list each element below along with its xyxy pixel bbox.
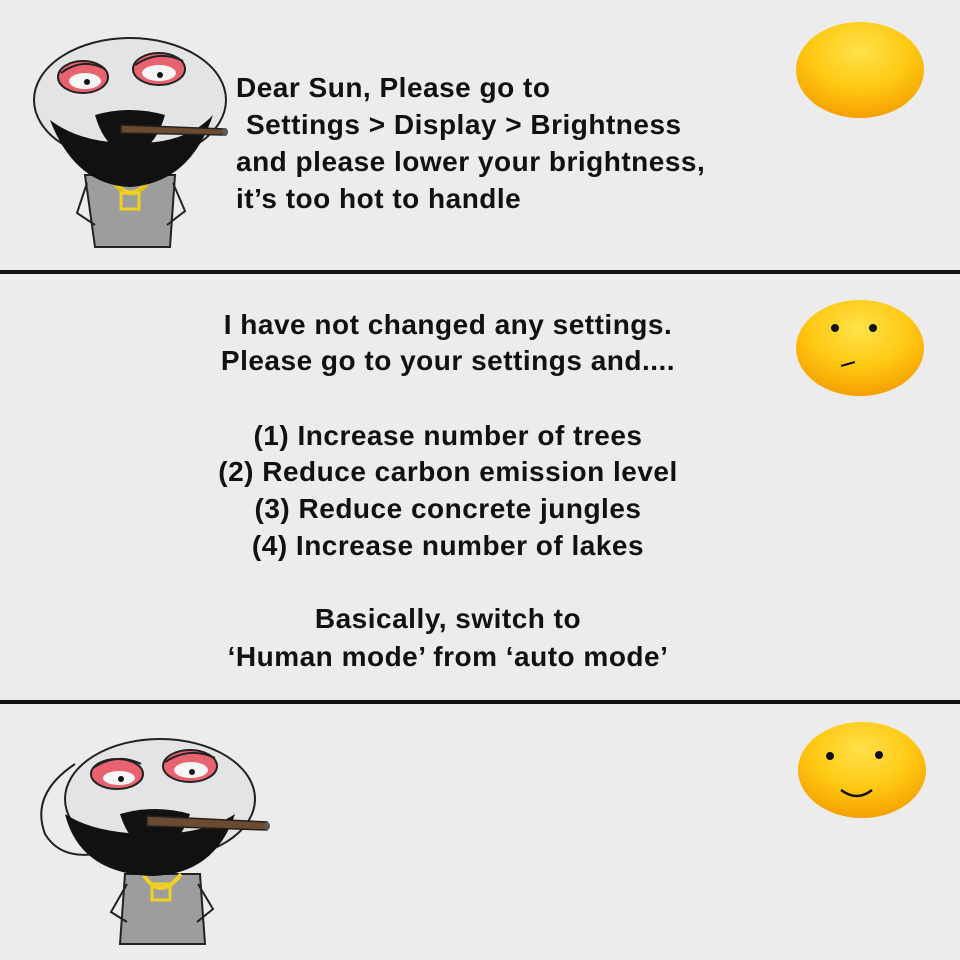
man-character: [40, 738, 270, 945]
speech-line: Dear Sun, Please go to: [236, 72, 551, 103]
panel-3: [0, 704, 960, 960]
sun-blank-icon: [796, 22, 924, 118]
step-item: (4) Increase number of lakes: [251, 530, 645, 561]
panel-1: Dear Sun, Please go to Settings > Displa…: [0, 0, 960, 270]
sun-unimpressed-icon: [796, 300, 924, 396]
sun-smiling-icon: [798, 722, 926, 818]
panel-2: I have not changed any settings. Please …: [0, 274, 960, 700]
speech-line: it’s too hot to handle: [236, 183, 522, 214]
man-character: [33, 37, 228, 248]
step-item: (3) Reduce concrete jungles: [254, 493, 642, 524]
speech-line: I have not changed any settings.: [223, 309, 673, 340]
speech-line: and please lower your brightness,: [236, 146, 706, 177]
head: [33, 37, 227, 187]
head: [64, 738, 256, 876]
speech-line: Please go to your settings and....: [220, 345, 676, 376]
speech-line: Settings > Display > Brightness: [246, 109, 682, 140]
speech-line: ‘Human mode’ from ‘auto mode’: [227, 641, 669, 672]
speech-line: Basically, switch to: [314, 603, 582, 634]
step-item: (2) Reduce carbon emission level: [218, 456, 678, 487]
step-item: (1) Increase number of trees: [253, 420, 643, 451]
